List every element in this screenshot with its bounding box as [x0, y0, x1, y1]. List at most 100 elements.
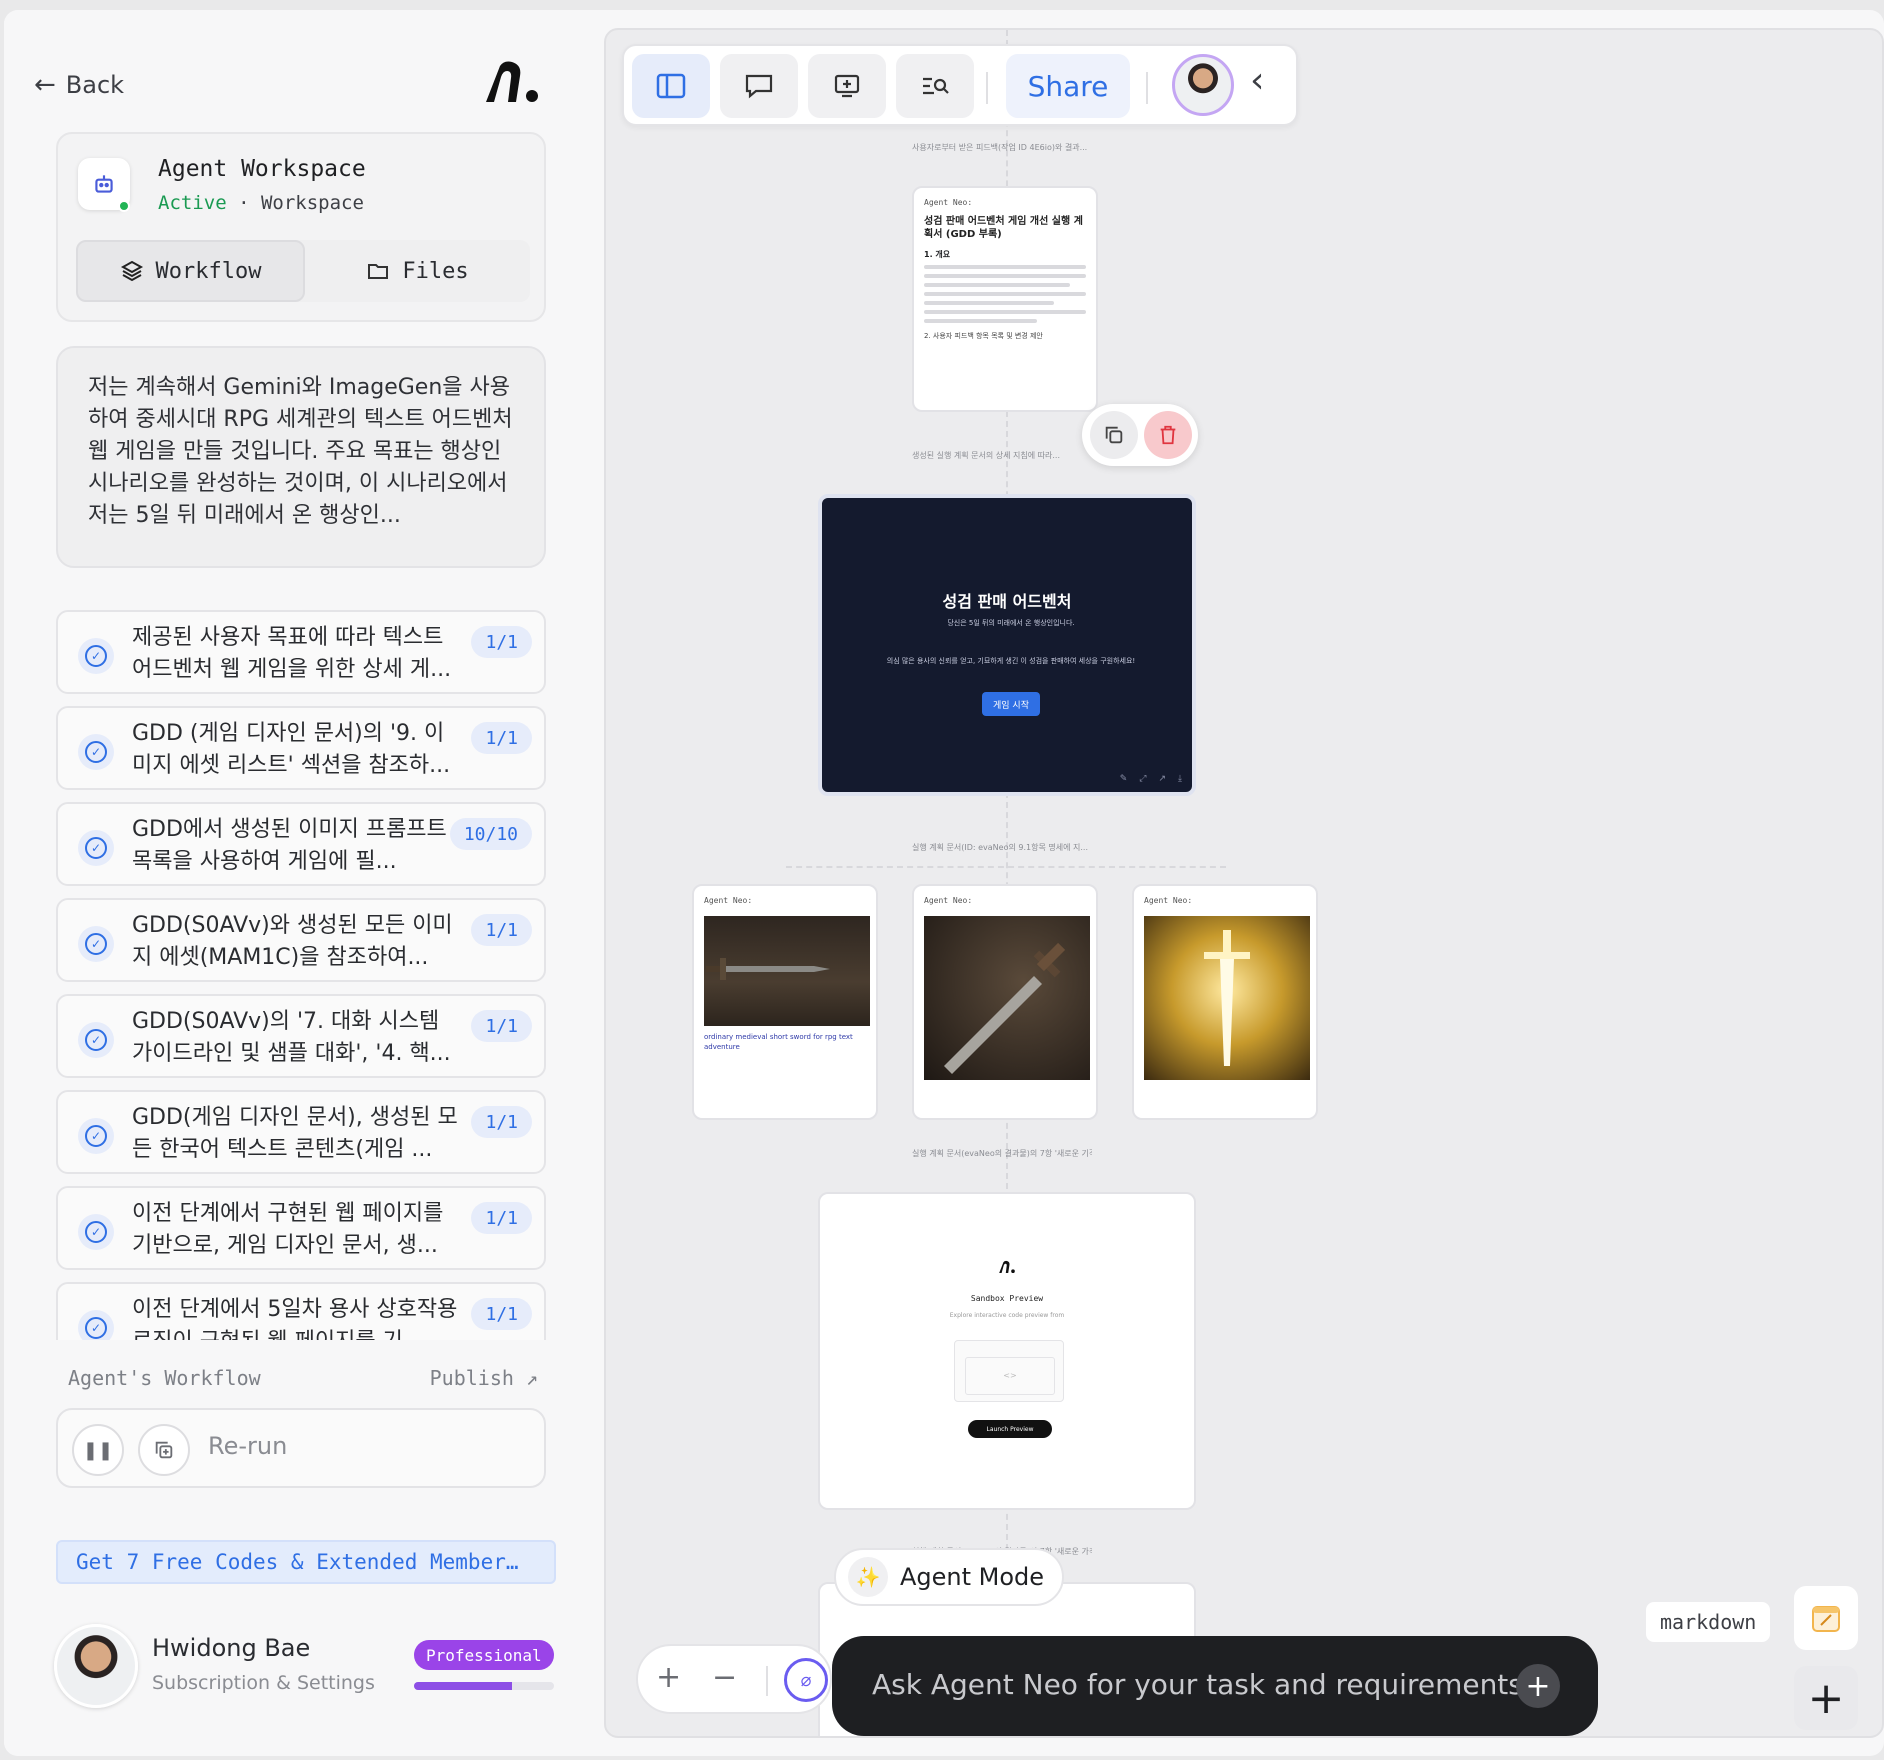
plus-icon[interactable]: +	[1516, 1664, 1560, 1708]
task-count: 1/1	[471, 722, 532, 754]
workflow-footer: Agent's Workflow Publish ↗	[68, 1366, 538, 1390]
duplicate-button[interactable]	[138, 1424, 190, 1476]
check-circle-icon: ✓	[78, 1310, 114, 1340]
tab-workflow[interactable]: Workflow	[76, 240, 305, 302]
task-text: GDD에서 생성된 이미지 프롬프트 목록을 사용하여 게임에 필...	[132, 817, 447, 874]
share-button[interactable]: Share	[1006, 54, 1130, 118]
back-label: Back	[65, 71, 125, 99]
external-link-icon[interactable]: ↗	[1158, 774, 1166, 784]
back-button[interactable]: ← Back	[34, 70, 124, 100]
node-caption: 생성된 실행 계획 문서의 상세 지침에 따라...	[912, 451, 1061, 460]
zoom-in-button[interactable]: +	[656, 1660, 681, 1695]
webpage-node[interactable]: 성검 판매 어드벤처 당신은 5일 뒤의 미래에서 온 행상인입니다. 의심 많…	[818, 494, 1196, 796]
node-caption: 사용자로부터 받은 피드백(작업 ID 4E6io)와 결과...	[912, 143, 1088, 152]
task-item[interactable]: ✓ GDD (게임 디자인 문서)의 '9. 이미지 에셋 리스트' 섹션을 참…	[56, 706, 546, 790]
doc-section: 1. 개요	[924, 250, 951, 259]
text-line	[924, 292, 1086, 296]
task-count: 1/1	[471, 626, 532, 658]
markdown-tag[interactable]: markdown	[1646, 1602, 1771, 1642]
ask-input[interactable]: Ask Agent Neo for your task and requirem…	[832, 1636, 1598, 1736]
task-item[interactable]: ✓ GDD(S0AVv)의 '7. 대화 시스템 가이드라인 및 샘플 대화',…	[56, 994, 546, 1078]
text-line	[924, 310, 1086, 314]
sidebar-toggle-button[interactable]	[632, 54, 710, 118]
task-item[interactable]: ✓ 이전 단계에서 구현된 웹 페이지를 기반으로, 게임 디자인 문서, 생.…	[56, 1186, 546, 1270]
divider	[766, 1666, 768, 1696]
task-text: 제공된 사용자 목표에 따라 텍스트 어드벤처 웹 게임을 위한 상세 게...	[132, 625, 452, 682]
copy-button[interactable]	[1090, 411, 1138, 459]
user-name[interactable]: Hwidong Bae	[152, 1634, 310, 1662]
expand-icon[interactable]: ⤢	[1139, 774, 1146, 784]
plan-progress	[414, 1682, 554, 1690]
trash-icon	[1160, 425, 1176, 445]
add-frame-button[interactable]	[808, 54, 886, 118]
text-line	[924, 265, 1086, 269]
compass-icon[interactable]: ⌀	[784, 1658, 828, 1702]
image-node[interactable]: Agent Neo:	[912, 884, 1098, 1120]
text-line	[924, 301, 1054, 305]
avatar[interactable]	[1172, 54, 1234, 116]
sword-image	[704, 916, 870, 1026]
sparkle-icon: ✨	[848, 1557, 888, 1597]
text-line	[924, 274, 1086, 278]
workspace-tabs: Workflow Files	[76, 240, 530, 302]
search-list-button[interactable]	[896, 54, 974, 118]
app-logo	[999, 1260, 1015, 1273]
task-item[interactable]: ✓ GDD에서 생성된 이미지 프롬프트 목록을 사용하여 게임에 필... 1…	[56, 802, 546, 886]
comment-button[interactable]	[720, 54, 798, 118]
sidebar-panel-icon	[656, 73, 686, 99]
add-screen-icon	[834, 74, 860, 98]
tab-workflow-label: Workflow	[155, 258, 262, 284]
image-node[interactable]: Agent Neo:	[1132, 884, 1318, 1120]
toolbar-divider	[986, 72, 988, 104]
delete-button[interactable]	[1144, 411, 1192, 459]
image-node[interactable]: Agent Neo: ordinary medieval short sword…	[692, 884, 878, 1120]
start-game-button[interactable]: 게임 시작	[982, 692, 1040, 716]
promo-banner[interactable]: Get 7 Free Codes & Extended Member…	[56, 1540, 556, 1584]
download-icon[interactable]: ⤓	[1178, 774, 1182, 784]
agent-mode-toggle[interactable]: ✨ Agent Mode	[834, 1548, 1065, 1606]
edit-icon[interactable]: ✎	[1120, 774, 1128, 784]
publish-button[interactable]: Publish ↗	[430, 1366, 538, 1390]
app-logo	[482, 60, 542, 108]
task-count: 1/1	[471, 1298, 532, 1330]
layers-icon	[120, 260, 143, 282]
pause-button[interactable]: ❚❚	[72, 1424, 124, 1476]
tab-files-label: Files	[402, 258, 469, 284]
chevron-left-icon[interactable]: ‹	[1250, 60, 1264, 101]
markdown-note-button[interactable]	[1794, 1586, 1858, 1650]
document-node[interactable]: Agent Neo: 성검 판매 어드벤처 게임 개선 실행 계획서 (GDD …	[912, 186, 1098, 412]
folder-icon	[368, 264, 389, 279]
app-window: ← Back Agent Workspace Active · Workspac…	[4, 10, 1884, 1756]
chat-bubble-icon	[745, 74, 773, 99]
task-item[interactable]: ✓ GDD(S0AVv)와 생성된 모든 이미지 에셋(MAM1C)을 참조하여…	[56, 898, 546, 982]
avatar[interactable]	[54, 1624, 138, 1708]
add-button[interactable]: +	[1794, 1666, 1858, 1730]
rerun-button[interactable]: Re-run	[208, 1432, 287, 1460]
task-text: 이전 단계에서 구현된 웹 페이지를 기반으로, 게임 디자인 문서, 생...	[132, 1201, 444, 1258]
launch-preview-button[interactable]: Launch Preview	[968, 1420, 1052, 1438]
task-item[interactable]: ✓ 제공된 사용자 목표에 따라 텍스트 어드벤처 웹 게임을 위한 상세 게.…	[56, 610, 546, 694]
workflow-canvas[interactable]: Share ‹ 사용자로부터 받은 피드백(작업 ID 4E6io)와 결과..…	[604, 28, 1884, 1738]
check-circle-icon: ✓	[78, 638, 114, 674]
task-text: GDD(S0AVv)와 생성된 모든 이미지 에셋(MAM1C)을 참조하여..…	[132, 913, 453, 970]
text-line	[924, 283, 1070, 287]
task-count: 1/1	[471, 1010, 532, 1042]
task-list: ✓ 제공된 사용자 목표에 따라 텍스트 어드벤처 웹 게임을 위한 상세 게.…	[4, 610, 604, 1340]
task-item[interactable]: ✓ 이전 단계에서 5일차 용사 상호작용 로직이 구현된 웹 페이지를 기..…	[56, 1282, 546, 1340]
node-author: Agent Neo:	[924, 198, 973, 207]
agent-status: Active · Workspace	[158, 192, 364, 214]
tab-files[interactable]: Files	[305, 240, 530, 302]
check-circle-icon: ✓	[78, 830, 114, 866]
user-prompt[interactable]: 저는 계속해서 Gemini와 ImageGen을 사용하여 중세시대 RPG …	[56, 346, 546, 568]
task-text: 이전 단계에서 5일차 용사 상호작용 로직이 구현된 웹 페이지를 기...	[132, 1297, 458, 1340]
subscription-settings-link[interactable]: Subscription & Settings	[152, 1672, 375, 1694]
agent-mode-label: Agent Mode	[900, 1563, 1045, 1591]
zoom-out-button[interactable]: −	[712, 1660, 737, 1695]
sandbox-preview-node[interactable]: Sandbox Preview Explore interactive code…	[818, 1192, 1196, 1510]
task-item[interactable]: ✓ GDD(게임 디자인 문서), 생성된 모든 한국어 텍스트 콘텐츠(게임 …	[56, 1090, 546, 1174]
doc-section: 2. 사용자 피드백 항목 목록 및 변경 제안	[924, 332, 1043, 340]
task-text: GDD(S0AVv)의 '7. 대화 시스템 가이드라인 및 샘플 대화', '…	[132, 1009, 451, 1066]
agent-name: Agent Workspace	[158, 156, 366, 182]
node-author: Agent Neo:	[1144, 896, 1193, 905]
game-intro: 당신은 5일 뒤의 미래에서 온 행상인입니다.	[947, 619, 1075, 627]
